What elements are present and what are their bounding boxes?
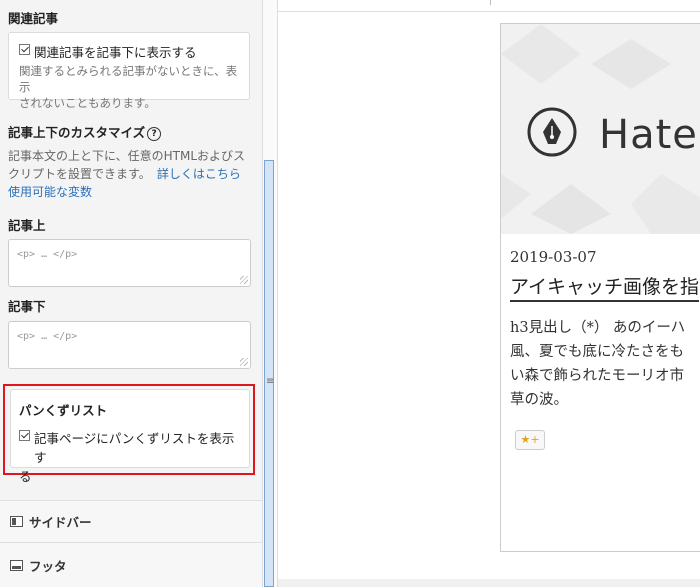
- nav-item-label: フッタ: [29, 558, 67, 574]
- hint-line: されないこともあります。: [19, 96, 156, 110]
- hatena-pen-logo-icon: [527, 107, 577, 157]
- customize-heading: 記事上下のカスタマイズ?: [8, 122, 162, 141]
- settings-sidebar: 関連記事 関連記事を記事下に表示する 関連するとみられる記事がないときに、表示 …: [0, 0, 262, 587]
- related-articles-heading: 関連記事: [8, 11, 59, 26]
- resize-grip-icon[interactable]: [240, 276, 248, 284]
- excerpt-line: 風、夏でも底に冷たさをも: [510, 344, 684, 360]
- related-articles-checkbox[interactable]: [19, 44, 30, 55]
- related-articles-checkbox-row[interactable]: 関連記事を記事下に表示する: [19, 42, 239, 61]
- nav-item-sidebar[interactable]: サイドバー: [0, 500, 262, 542]
- breadcrumb-checkbox-label[interactable]: 記事ページにパンくずリストを表示す る: [19, 428, 241, 485]
- eyecatch-image: Hate: [501, 24, 700, 234]
- available-variables-link[interactable]: 使用可能な変数: [8, 185, 92, 199]
- checkbox-label-line[interactable]: 記事ページにパンくずリストを表示す: [34, 428, 241, 466]
- sidebar-layout-icon: [10, 516, 23, 527]
- breadcrumb-box: パンくずリスト 記事ページにパンくずリストを表示す る: [10, 389, 250, 484]
- related-articles-box: 関連記事を記事下に表示する 関連するとみられる記事がないときに、表示 されないこ…: [8, 32, 250, 110]
- above-article-textarea[interactable]: <p> … </p>: [8, 239, 251, 287]
- article-date[interactable]: 2019-03-07: [510, 248, 596, 266]
- breadcrumb-heading: パンくずリスト: [19, 403, 108, 418]
- hero-logo-text: Hate: [599, 112, 698, 158]
- help-icon[interactable]: ?: [147, 127, 162, 141]
- footer-layout-icon: [10, 559, 23, 571]
- excerpt-line: 草の波。: [510, 392, 568, 408]
- details-link[interactable]: 詳しくはこちら: [157, 167, 241, 181]
- article-title-link[interactable]: アイキャッチ画像を指: [510, 272, 700, 302]
- nav-item-label: サイドバー: [29, 515, 92, 530]
- preview-bottom-strip: [278, 579, 700, 587]
- description-line: クリプトを設置できます。: [8, 167, 151, 181]
- below-article-placeholder: <p> … </p>: [17, 331, 78, 342]
- customize-heading-text: 記事上下のカスタマイズ: [8, 125, 146, 140]
- splitter-grip-icon[interactable]: ≡: [266, 377, 274, 387]
- excerpt-line: h3見出し（*） あのイーハ: [510, 320, 686, 336]
- below-article-textarea[interactable]: <p> … </p>: [8, 321, 251, 369]
- related-articles-hint: 関連するとみられる記事がないときに、表示 されないこともあります。: [19, 63, 239, 111]
- excerpt-line: い森で飾られたモーリオ市: [510, 368, 684, 384]
- article-excerpt: h3見出し（*） あのイーハ 風、夏でも底に冷たさをも い森で飾られたモーリオ市…: [510, 316, 685, 412]
- resize-grip-icon[interactable]: [240, 358, 248, 366]
- checkbox-label-line[interactable]: る: [19, 466, 241, 485]
- scrollbar-thumb[interactable]: [264, 160, 274, 587]
- top-divider: [490, 0, 491, 5]
- related-articles-checkbox-label[interactable]: 関連記事を記事下に表示する: [34, 42, 197, 61]
- preview-top-bar: [278, 0, 700, 12]
- article-card: Hate 2019-03-07 アイキャッチ画像を指 h3見出し（*） あのイー…: [500, 23, 700, 552]
- nav-item-footer[interactable]: フッタ: [0, 542, 262, 587]
- breadcrumb-checkbox[interactable]: [19, 430, 30, 441]
- customize-description: 記事本文の上と下に、任意のHTMLおよびス クリプトを設置できます。 詳しくはこち…: [8, 147, 253, 201]
- breadcrumb-checkbox-row[interactable]: 記事ページにパンくずリストを表示す る: [19, 428, 241, 485]
- above-article-label: 記事上: [8, 218, 46, 233]
- add-star-button[interactable]: ★+: [515, 430, 545, 450]
- below-article-label: 記事下: [8, 299, 46, 314]
- hint-line: 関連するとみられる記事がないときに、表示: [19, 64, 238, 94]
- description-line: 記事本文の上と下に、任意のHTMLおよびス: [8, 149, 246, 163]
- above-article-placeholder: <p> … </p>: [17, 249, 78, 260]
